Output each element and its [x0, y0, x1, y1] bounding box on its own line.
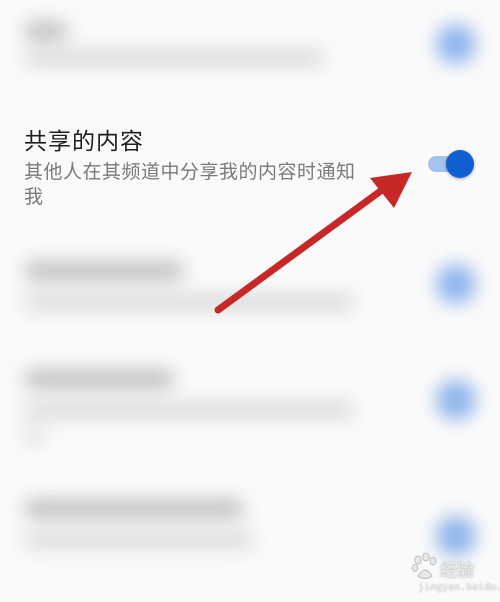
baidu-paw-icon	[411, 552, 437, 579]
watermark-url: jingyan.baidu.com	[418, 582, 500, 593]
setting-title: 共享的内容	[24, 129, 144, 155]
watermark-text: 经验	[440, 561, 474, 581]
setting-description: 其他人在其频道中分享我的内容时通知我	[24, 161, 356, 208]
settings-screen: 共享的内容 其他人在其频道中分享我的内容时通知我 经验 jingyan.baid…	[0, 0, 500, 602]
toggle-thumb	[446, 150, 474, 178]
shared-content-toggle[interactable]	[426, 150, 474, 178]
blurred-setting-row-2	[0, 240, 500, 340]
blurred-setting-row-1	[0, 0, 500, 100]
baidu-jingyan-watermark: 经验 jingyan.baidu.com	[404, 548, 500, 598]
blurred-setting-row-3	[0, 350, 500, 460]
